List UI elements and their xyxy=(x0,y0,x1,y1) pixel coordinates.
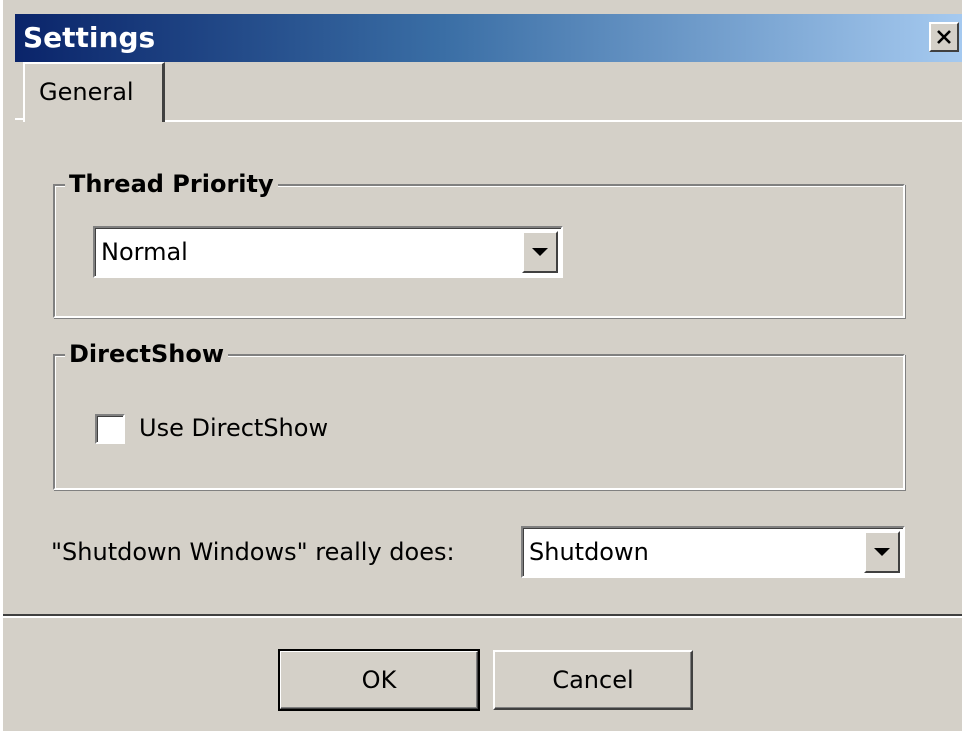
use-directshow-label[interactable]: Use DirectShow xyxy=(139,414,328,442)
shutdown-behavior-label: "Shutdown Windows" really does: xyxy=(51,538,455,566)
cancel-button[interactable]: Cancel xyxy=(493,650,693,710)
ok-button[interactable]: OK xyxy=(278,649,480,711)
close-button[interactable] xyxy=(929,22,959,52)
shutdown-dropdown-button[interactable] xyxy=(864,531,900,573)
settings-dialog: Settings General Thread Priority Normal … xyxy=(0,0,962,731)
thread-priority-title: Thread Priority xyxy=(65,170,278,198)
footer-separator xyxy=(3,614,962,618)
shutdown-behavior-value: Shutdown xyxy=(529,538,649,566)
directshow-title: DirectShow xyxy=(65,340,228,368)
close-icon xyxy=(937,30,951,44)
tab-general-label: General xyxy=(39,78,134,106)
title-bar[interactable]: Settings xyxy=(3,0,962,62)
chevron-down-icon xyxy=(532,248,548,256)
title-bar-background xyxy=(15,14,962,62)
thread-priority-select[interactable]: Normal xyxy=(93,226,563,278)
window-title: Settings xyxy=(23,21,156,54)
tab-general[interactable]: General xyxy=(23,62,165,122)
chevron-down-icon xyxy=(874,548,890,556)
thread-priority-value: Normal xyxy=(101,238,188,266)
use-directshow-checkbox[interactable] xyxy=(95,414,125,444)
shutdown-behavior-select[interactable]: Shutdown xyxy=(521,526,905,578)
thread-priority-dropdown-button[interactable] xyxy=(522,231,558,273)
tab-strip-edge-right xyxy=(163,120,962,122)
